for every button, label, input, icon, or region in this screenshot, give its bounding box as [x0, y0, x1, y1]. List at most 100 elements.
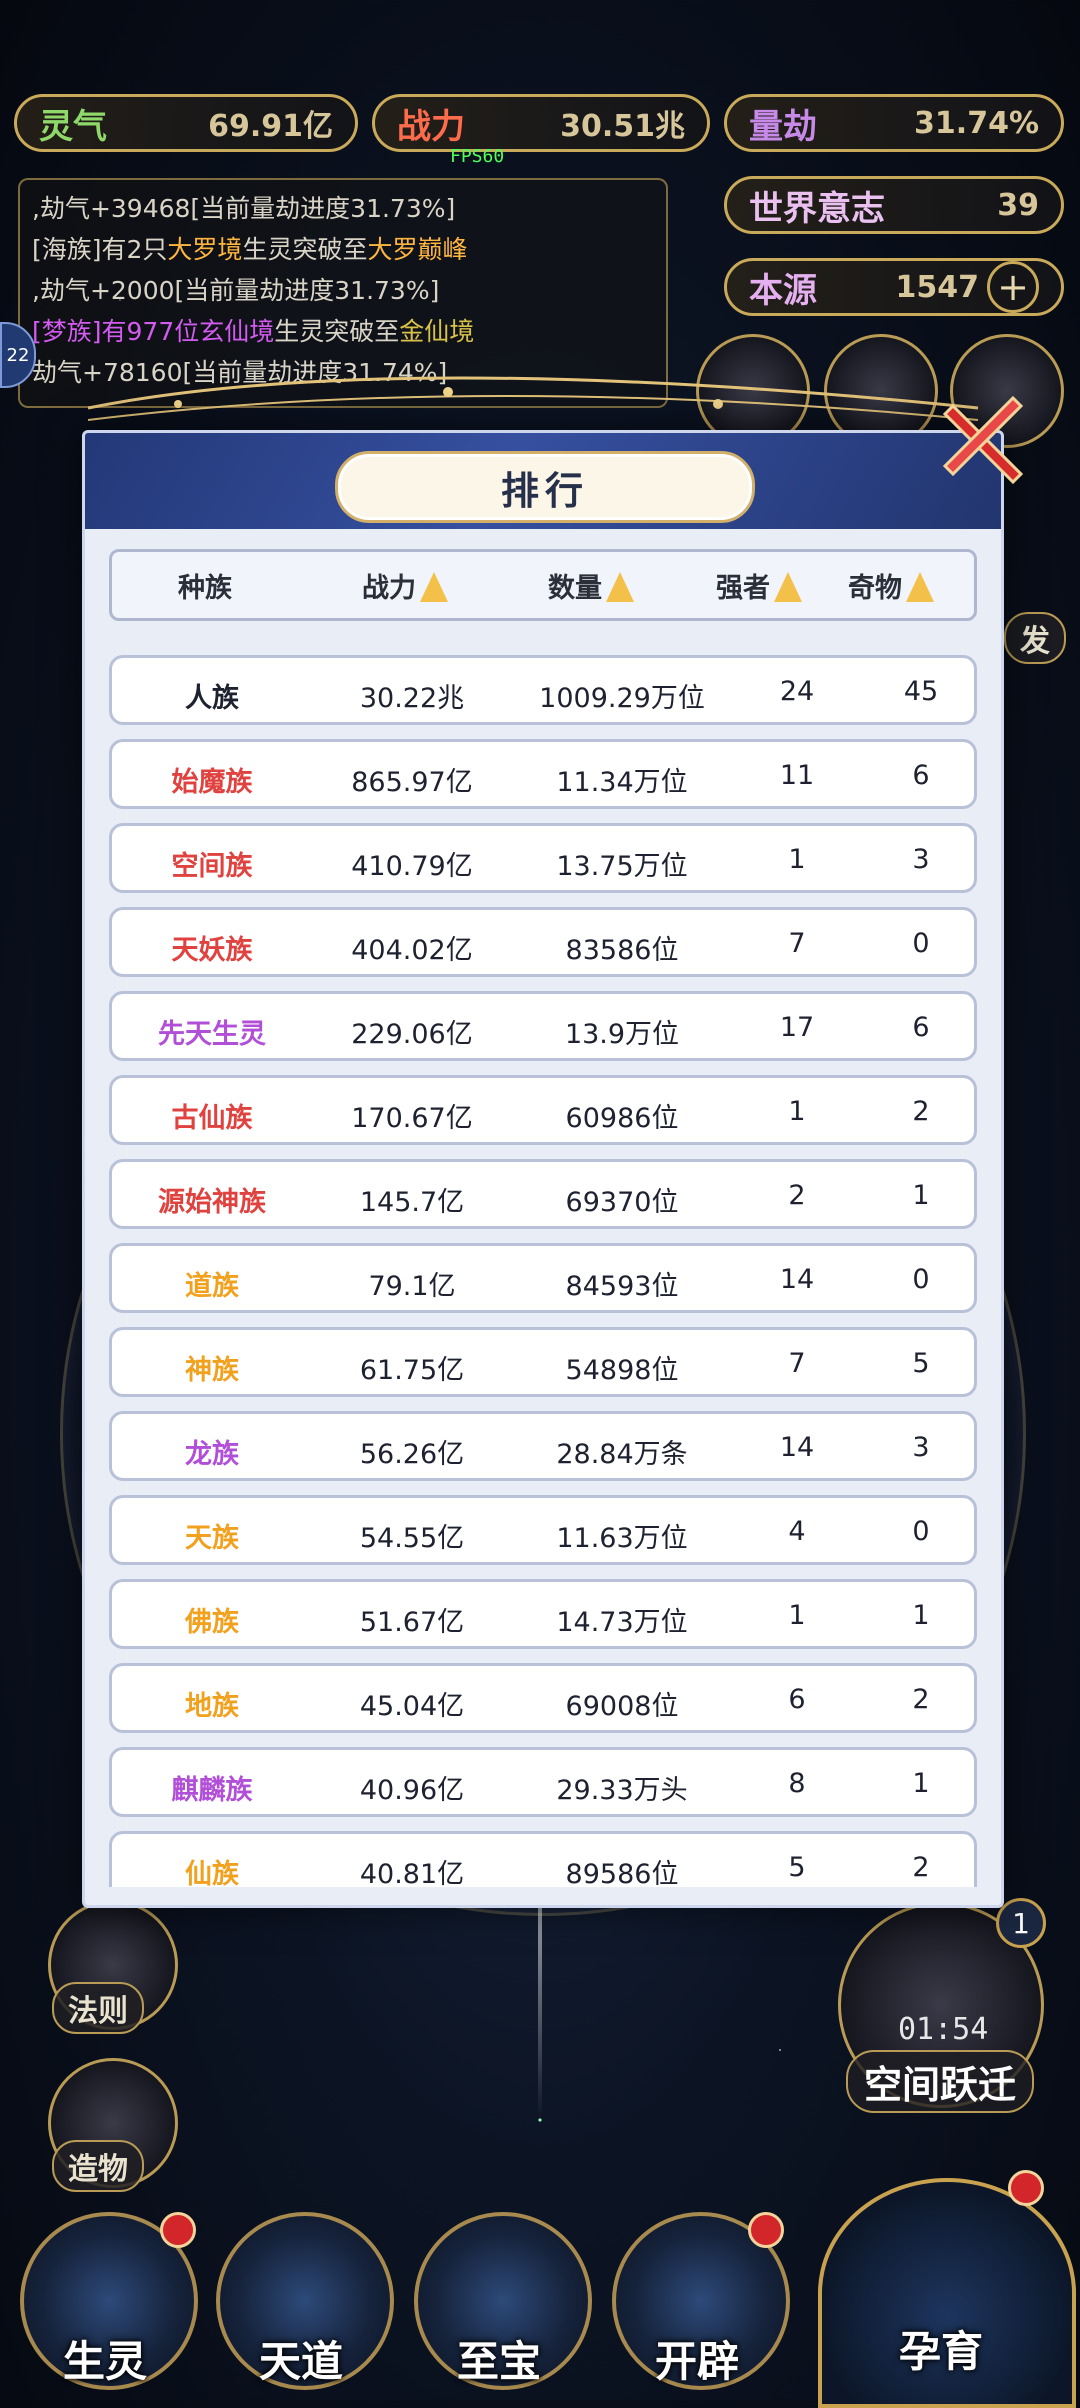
ranking-dialog: 排行 种族 战力 数量 强者 奇物 人族 30.22兆 1009.29万位 24 45 始…: [82, 430, 1004, 1908]
liangjie-value: 31.74%: [914, 105, 1039, 141]
race-power: 56.26亿: [359, 1439, 465, 1470]
notification-dot: [160, 2212, 196, 2248]
shijieyizhi-bar: 世界意志 39: [724, 176, 1064, 234]
nav-tiandao-label[interactable]: 天道: [216, 2328, 386, 2389]
race-name: 天族: [185, 1523, 239, 1554]
race-power: 40.96亿: [359, 1775, 465, 1806]
race-treasure: 5: [912, 1348, 930, 1379]
race-power: 170.67亿: [351, 1103, 473, 1134]
race-power: 410.79亿: [351, 851, 473, 882]
nav-kaipi-label[interactable]: 开辟: [612, 2328, 782, 2389]
race-count: 14.73万位: [556, 1607, 688, 1638]
race-count: 69370位: [565, 1187, 679, 1218]
add-benyuan-button[interactable]: +: [987, 261, 1039, 313]
race-strong: 1: [788, 1096, 806, 1127]
ranking-row[interactable]: 神族 61.75亿 54898位 7 5: [109, 1327, 977, 1397]
race-power: 51.67亿: [359, 1607, 465, 1638]
ranking-row[interactable]: 天妖族 404.02亿 83586位 7 0: [109, 907, 977, 977]
portal-count-badge: 1: [996, 1898, 1046, 1948]
race-name: 仙族: [185, 1859, 239, 1887]
ranking-row[interactable]: 地族 45.04亿 69008位 6 2: [109, 1663, 977, 1733]
ranking-row[interactable]: 先天生灵 229.06亿 13.9万位 17 6: [109, 991, 977, 1061]
race-treasure: 1: [912, 1768, 930, 1799]
header-count-sort[interactable]: 数量: [548, 566, 634, 605]
notification-dot: [748, 2212, 784, 2248]
header-treasure-sort[interactable]: 奇物: [848, 566, 934, 605]
race-strong: 1: [788, 1600, 806, 1631]
nav-shengling-label[interactable]: 生灵: [20, 2328, 190, 2389]
zhanli-bar: 战力 30.51兆: [372, 94, 710, 152]
race-count: 89586位: [565, 1859, 679, 1887]
ranking-row[interactable]: 仙族 40.81亿 89586位 5 2: [109, 1831, 977, 1887]
notification-dot: [1008, 2170, 1044, 2206]
race-power: 54.55亿: [359, 1523, 465, 1554]
ranking-row[interactable]: 源始神族 145.7亿 69370位 2 1: [109, 1159, 977, 1229]
ranking-row[interactable]: 空间族 410.79亿 13.75万位 1 3: [109, 823, 977, 893]
shijieyizhi-label: 世界意志: [749, 188, 885, 229]
sort-arrow-icon: [906, 571, 934, 602]
race-strong: 4: [788, 1516, 806, 1547]
side-label-fa[interactable]: 发: [1004, 612, 1066, 664]
race-treasure: 2: [912, 1684, 930, 1715]
portal-label[interactable]: 空间跃迁: [846, 2050, 1035, 2113]
race-count: 54898位: [565, 1355, 679, 1386]
faze-label[interactable]: 法则: [52, 1982, 144, 2034]
log-line: [梦族]有977位玄仙境生灵突破至金仙境: [32, 317, 475, 346]
race-treasure: 6: [912, 1012, 930, 1043]
close-icon[interactable]: [935, 392, 1035, 492]
race-treasure: 0: [912, 928, 930, 959]
race-power: 79.1亿: [368, 1271, 456, 1302]
header-strong-sort[interactable]: 强者: [716, 566, 802, 605]
benyuan-value-wrap: 1547 +: [895, 261, 1039, 313]
race-treasure: 0: [912, 1264, 930, 1295]
benyuan-label: 本源: [749, 270, 817, 311]
ranking-row[interactable]: 麒麟族 40.96亿 29.33万头 8 1: [109, 1747, 977, 1817]
ranking-row[interactable]: 人族 30.22兆 1009.29万位 24 45: [109, 655, 977, 725]
race-name: 龙族: [185, 1439, 239, 1470]
race-strong: 17: [779, 1012, 815, 1043]
race-count: 13.75万位: [556, 851, 688, 882]
ranking-row[interactable]: 天族 54.55亿 11.63万位 4 0: [109, 1495, 977, 1565]
zaowu-label[interactable]: 造物: [52, 2140, 144, 2192]
race-count: 83586位: [565, 935, 679, 966]
ranking-list[interactable]: 人族 30.22兆 1009.29万位 24 45 始魔族 865.97亿 11.34万位 11…: [109, 655, 977, 1887]
nav-yunyu-label[interactable]: 孕育: [856, 2318, 1026, 2379]
race-strong: 7: [788, 928, 806, 959]
race-strong: 7: [788, 1348, 806, 1379]
zhanli-value: 30.51兆: [560, 109, 685, 144]
zhanli-label: 战力: [397, 106, 465, 147]
race-count: 28.84万条: [556, 1439, 688, 1470]
race-treasure: 3: [912, 1432, 930, 1463]
race-name: 空间族: [171, 851, 253, 882]
race-treasure: 0: [912, 1516, 930, 1547]
lingqi-value: 69.91亿: [208, 109, 333, 144]
race-strong: 8: [788, 1768, 806, 1799]
nav-zhibao-label[interactable]: 至宝: [414, 2328, 584, 2389]
race-power: 145.7亿: [359, 1187, 465, 1218]
race-power: 45.04亿: [359, 1691, 465, 1722]
race-name: 道族: [185, 1271, 239, 1302]
race-power: 229.06亿: [351, 1019, 473, 1050]
race-name: 古仙族: [171, 1103, 253, 1134]
log-line: ,劫气+2000[当前量劫进度31.73%]: [32, 276, 440, 305]
log-line: ,劫气+39468[当前量劫进度31.73%]: [32, 194, 456, 223]
race-treasure: 45: [903, 676, 939, 707]
race-treasure: 3: [912, 844, 930, 875]
ranking-row[interactable]: 佛族 51.67亿 14.73万位 1 1: [109, 1579, 977, 1649]
ranking-row[interactable]: 古仙族 170.67亿 60986位 1 2: [109, 1075, 977, 1145]
ranking-row[interactable]: 龙族 56.26亿 28.84万条 14 3: [109, 1411, 977, 1481]
benyuan-value: 1547: [895, 269, 980, 305]
ranking-row[interactable]: 道族 79.1亿 84593位 14 0: [109, 1243, 977, 1313]
sort-arrow-icon: [606, 571, 634, 602]
race-count: 69008位: [565, 1691, 679, 1722]
race-name: 始魔族: [171, 767, 253, 798]
race-strong: 5: [788, 1852, 806, 1883]
race-strong: 14: [779, 1432, 815, 1463]
sort-arrow-icon: [420, 571, 448, 602]
race-strong: 11: [779, 760, 815, 791]
header-power-sort[interactable]: 战力: [362, 566, 448, 605]
race-name: 先天生灵: [158, 1019, 266, 1050]
race-strong: 6: [788, 1684, 806, 1715]
race-name: 麒麟族: [171, 1775, 253, 1806]
ranking-row[interactable]: 始魔族 865.97亿 11.34万位 11 6: [109, 739, 977, 809]
